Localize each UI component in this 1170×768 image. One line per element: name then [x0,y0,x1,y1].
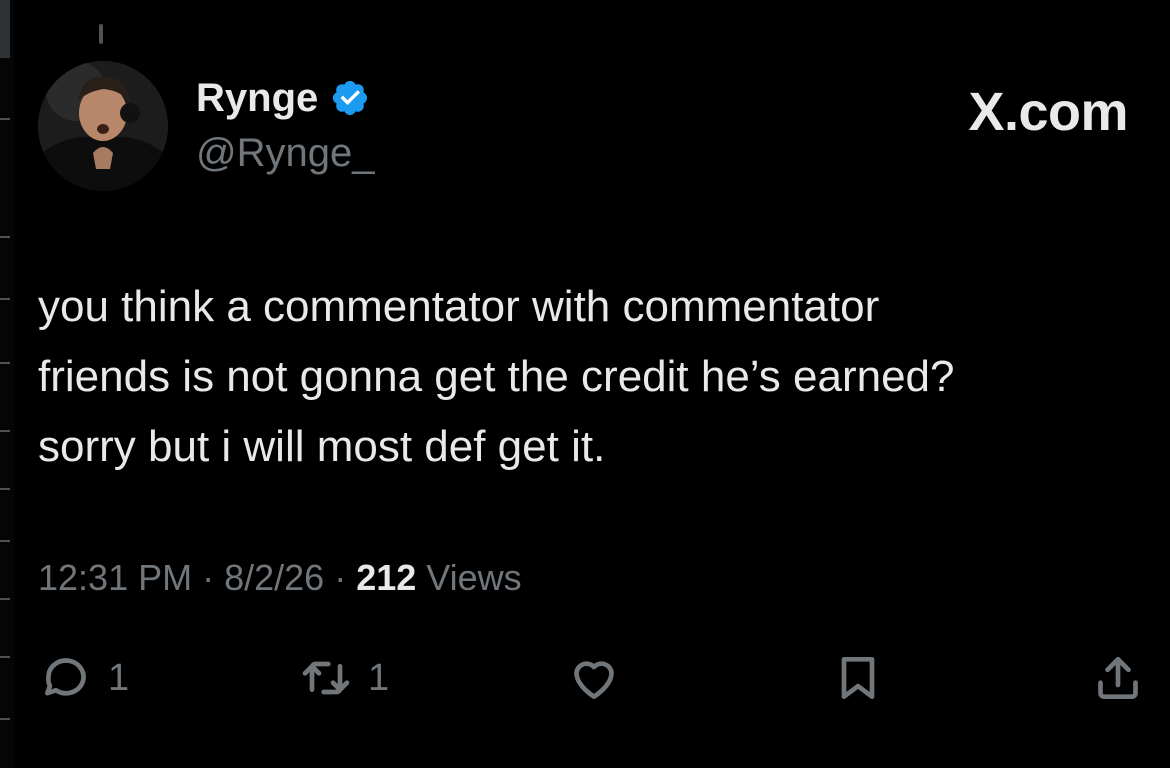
retweet-button[interactable]: 1 [298,650,389,706]
tweet-meta: 12:31 PM · 8/2/26 · 212 Views [38,556,522,600]
bookmark-icon [841,657,875,699]
reply-count: 1 [108,657,130,699]
views-label: Views [416,557,522,598]
meta-separator: · [192,557,225,598]
tweet-date[interactable]: 8/2/26 [224,557,324,598]
cropped-divider [0,430,10,432]
cropped-divider [0,488,10,490]
tweet-text-line: sorry but i will most def get it. [38,422,606,471]
author-name-row[interactable]: Rynge [196,76,370,120]
site-brand: X.com [968,82,1128,142]
share-icon [1098,657,1138,699]
cropped-divider [0,298,10,300]
cropped-divider [0,118,10,120]
meta-separator: · [324,557,357,598]
cropped-divider [0,598,10,600]
share-button[interactable] [1090,650,1146,706]
cropped-divider [0,540,10,542]
tweet-text: you think a commentator with commentator… [38,272,1148,482]
cropped-divider [0,236,10,238]
tweet-time[interactable]: 12:31 PM [38,557,192,598]
cropped-left-edge [0,0,14,768]
like-button[interactable] [566,650,622,706]
cropped-thread-line [99,24,103,44]
avatar-portrait [38,61,168,191]
author-display-name[interactable]: Rynge [196,76,318,120]
cropped-scroll-block [0,0,10,58]
cropped-divider [0,362,10,364]
tweet-text-line: friends is not gonna get the credit he’s… [38,352,955,401]
retweet-count: 1 [368,657,390,699]
reply-button[interactable]: 1 [38,650,129,706]
verified-badge-icon [333,80,368,116]
retweet-icon [302,661,350,695]
bookmark-button[interactable] [830,650,886,706]
views-count: 212 [356,557,417,598]
tweet-text-line: you think a commentator with commentator [38,282,880,331]
author-handle[interactable]: @Rynge_ [196,131,374,175]
avatar[interactable] [38,61,168,191]
reply-icon [45,658,86,696]
cropped-divider [0,718,10,720]
cropped-divider [0,656,10,658]
heart-icon [574,661,614,699]
